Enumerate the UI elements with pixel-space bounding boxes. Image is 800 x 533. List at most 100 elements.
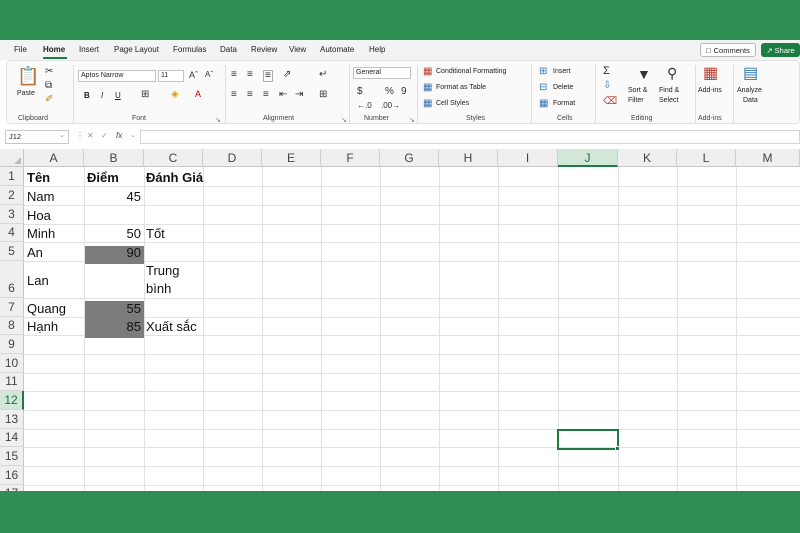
row-header-1[interactable]: 1: [0, 167, 24, 186]
cell-c1[interactable]: Đánh Giá: [146, 170, 203, 185]
find-select-label-1[interactable]: Find &: [659, 87, 679, 94]
addins-button[interactable]: Add-ins: [698, 87, 722, 94]
analyze-data-label-1[interactable]: Analyze: [737, 87, 762, 94]
menu-help[interactable]: Help: [369, 45, 385, 54]
formula-input[interactable]: [140, 130, 800, 144]
row-header-9[interactable]: 9: [0, 335, 24, 354]
menu-insert[interactable]: Insert: [79, 45, 99, 54]
menu-view[interactable]: View: [289, 45, 306, 54]
paste-label[interactable]: Paste: [17, 90, 35, 97]
currency-button[interactable]: $: [357, 87, 363, 97]
share-button[interactable]: ↗ Share: [761, 43, 800, 57]
increase-font-icon[interactable]: Aˆ: [189, 70, 198, 80]
name-box-dropdown-icon[interactable]: ⌄: [59, 131, 65, 139]
row-header-12[interactable]: 12: [0, 391, 24, 410]
conditional-formatting-button[interactable]: Conditional Formatting: [436, 68, 506, 75]
cell-b5[interactable]: 90: [86, 245, 141, 260]
cell-a5[interactable]: An: [27, 245, 43, 260]
row-header-13[interactable]: 13: [0, 410, 24, 429]
cell-styles-icon[interactable]: ▦: [423, 99, 432, 109]
increase-decimal-icon[interactable]: ←.0: [357, 101, 372, 111]
format-as-table-icon[interactable]: ▦: [423, 83, 432, 93]
select-all-button[interactable]: [0, 149, 24, 167]
fill-color-icon[interactable]: ◈: [171, 90, 179, 100]
number-format-box[interactable]: General: [353, 67, 411, 79]
column-header-l[interactable]: L: [677, 149, 736, 167]
enter-icon[interactable]: ✓: [101, 131, 108, 140]
cell-a4[interactable]: Minh: [27, 226, 55, 241]
menu-data[interactable]: Data: [220, 45, 237, 54]
column-header-k[interactable]: K: [618, 149, 677, 167]
cell-b7[interactable]: 55: [86, 301, 141, 316]
menu-review[interactable]: Review: [251, 45, 277, 54]
cell-c4[interactable]: Tốt: [146, 226, 165, 241]
borders-icon[interactable]: ⊞: [141, 90, 149, 100]
column-header-c[interactable]: C: [144, 149, 203, 167]
align-middle-icon[interactable]: ≡: [247, 70, 253, 80]
cell-a3[interactable]: Hoa: [27, 208, 51, 223]
row-header-8[interactable]: 8: [0, 317, 24, 335]
find-select-icon[interactable]: ⚲: [667, 66, 677, 80]
column-header-f[interactable]: F: [321, 149, 380, 167]
row-header-3[interactable]: 3: [0, 205, 24, 224]
fx-dropdown-icon[interactable]: ⌄: [130, 131, 136, 139]
merge-center-icon[interactable]: ⊞: [319, 90, 327, 100]
format-cells-button[interactable]: Format: [553, 100, 575, 107]
delete-cells-button[interactable]: Delete: [553, 84, 573, 91]
row-header-11[interactable]: 11: [0, 373, 24, 391]
sort-filter-label-1[interactable]: Sort &: [628, 87, 647, 94]
insert-function-button[interactable]: fx: [116, 131, 122, 140]
column-header-b[interactable]: B: [84, 149, 144, 167]
row-header-7[interactable]: 7: [0, 298, 24, 317]
analyze-data-icon[interactable]: ▤: [743, 66, 758, 82]
row-header-5[interactable]: 5: [0, 242, 24, 261]
row-header-6[interactable]: 6: [0, 261, 24, 298]
fill-icon[interactable]: ⇩: [603, 81, 611, 91]
addins-icon[interactable]: ▦: [703, 66, 718, 82]
row-header-14[interactable]: 14: [0, 429, 24, 447]
number-dialog-launcher-icon[interactable]: ↘: [409, 116, 415, 124]
row-header-16[interactable]: 16: [0, 466, 24, 485]
cancel-icon[interactable]: ✕: [87, 131, 94, 140]
align-top-icon[interactable]: ≡: [231, 70, 237, 80]
align-left-icon[interactable]: ≡: [231, 90, 237, 100]
comments-button[interactable]: □ Comments: [700, 43, 756, 57]
alignment-dialog-launcher-icon[interactable]: ↘: [341, 116, 347, 124]
column-header-e[interactable]: E: [262, 149, 321, 167]
menu-formulas[interactable]: Formulas: [173, 45, 206, 54]
font-size-box[interactable]: 11: [158, 70, 184, 82]
row-header-15[interactable]: 15: [0, 447, 24, 466]
font-color-icon[interactable]: A: [195, 89, 201, 99]
active-cell-j12[interactable]: [557, 429, 619, 450]
underline-button[interactable]: U: [115, 91, 121, 100]
cell-b1[interactable]: Điểm: [87, 170, 119, 185]
menu-home[interactable]: Home: [43, 45, 65, 54]
cell-a1[interactable]: Tên: [27, 170, 50, 185]
decrease-indent-icon[interactable]: ⇤: [279, 90, 287, 100]
insert-cells-icon[interactable]: ⊞: [539, 67, 547, 77]
align-right-icon[interactable]: ≡: [263, 90, 269, 100]
fill-handle[interactable]: [615, 446, 620, 451]
analyze-data-label-2[interactable]: Data: [743, 97, 758, 104]
cell-styles-button[interactable]: Cell Styles: [436, 100, 469, 107]
autosum-icon[interactable]: Σ: [603, 66, 610, 77]
column-header-i[interactable]: I: [498, 149, 558, 167]
cut-icon[interactable]: ✂: [45, 67, 53, 77]
find-select-label-2[interactable]: Select: [659, 97, 678, 104]
cell-a7[interactable]: Quang: [27, 301, 66, 316]
cell-c6-line-2[interactable]: bình: [146, 281, 171, 296]
italic-button[interactable]: I: [101, 91, 103, 100]
increase-indent-icon[interactable]: ⇥: [295, 90, 303, 100]
font-dialog-launcher-icon[interactable]: ↘: [215, 116, 221, 124]
cell-b2[interactable]: 45: [86, 189, 141, 204]
row-header-2[interactable]: 2: [0, 186, 24, 205]
column-header-j[interactable]: J: [558, 149, 618, 167]
row-header-4[interactable]: 4: [0, 224, 24, 242]
cell-c8[interactable]: Xuất sắc: [146, 319, 197, 334]
menu-page-layout[interactable]: Page Layout: [114, 45, 159, 54]
column-header-d[interactable]: D: [203, 149, 262, 167]
wrap-text-icon[interactable]: ↵: [319, 70, 327, 80]
conditional-formatting-icon[interactable]: ▦: [423, 67, 432, 77]
paste-icon[interactable]: 📋: [17, 67, 39, 85]
cell-b8[interactable]: 85: [86, 319, 141, 334]
